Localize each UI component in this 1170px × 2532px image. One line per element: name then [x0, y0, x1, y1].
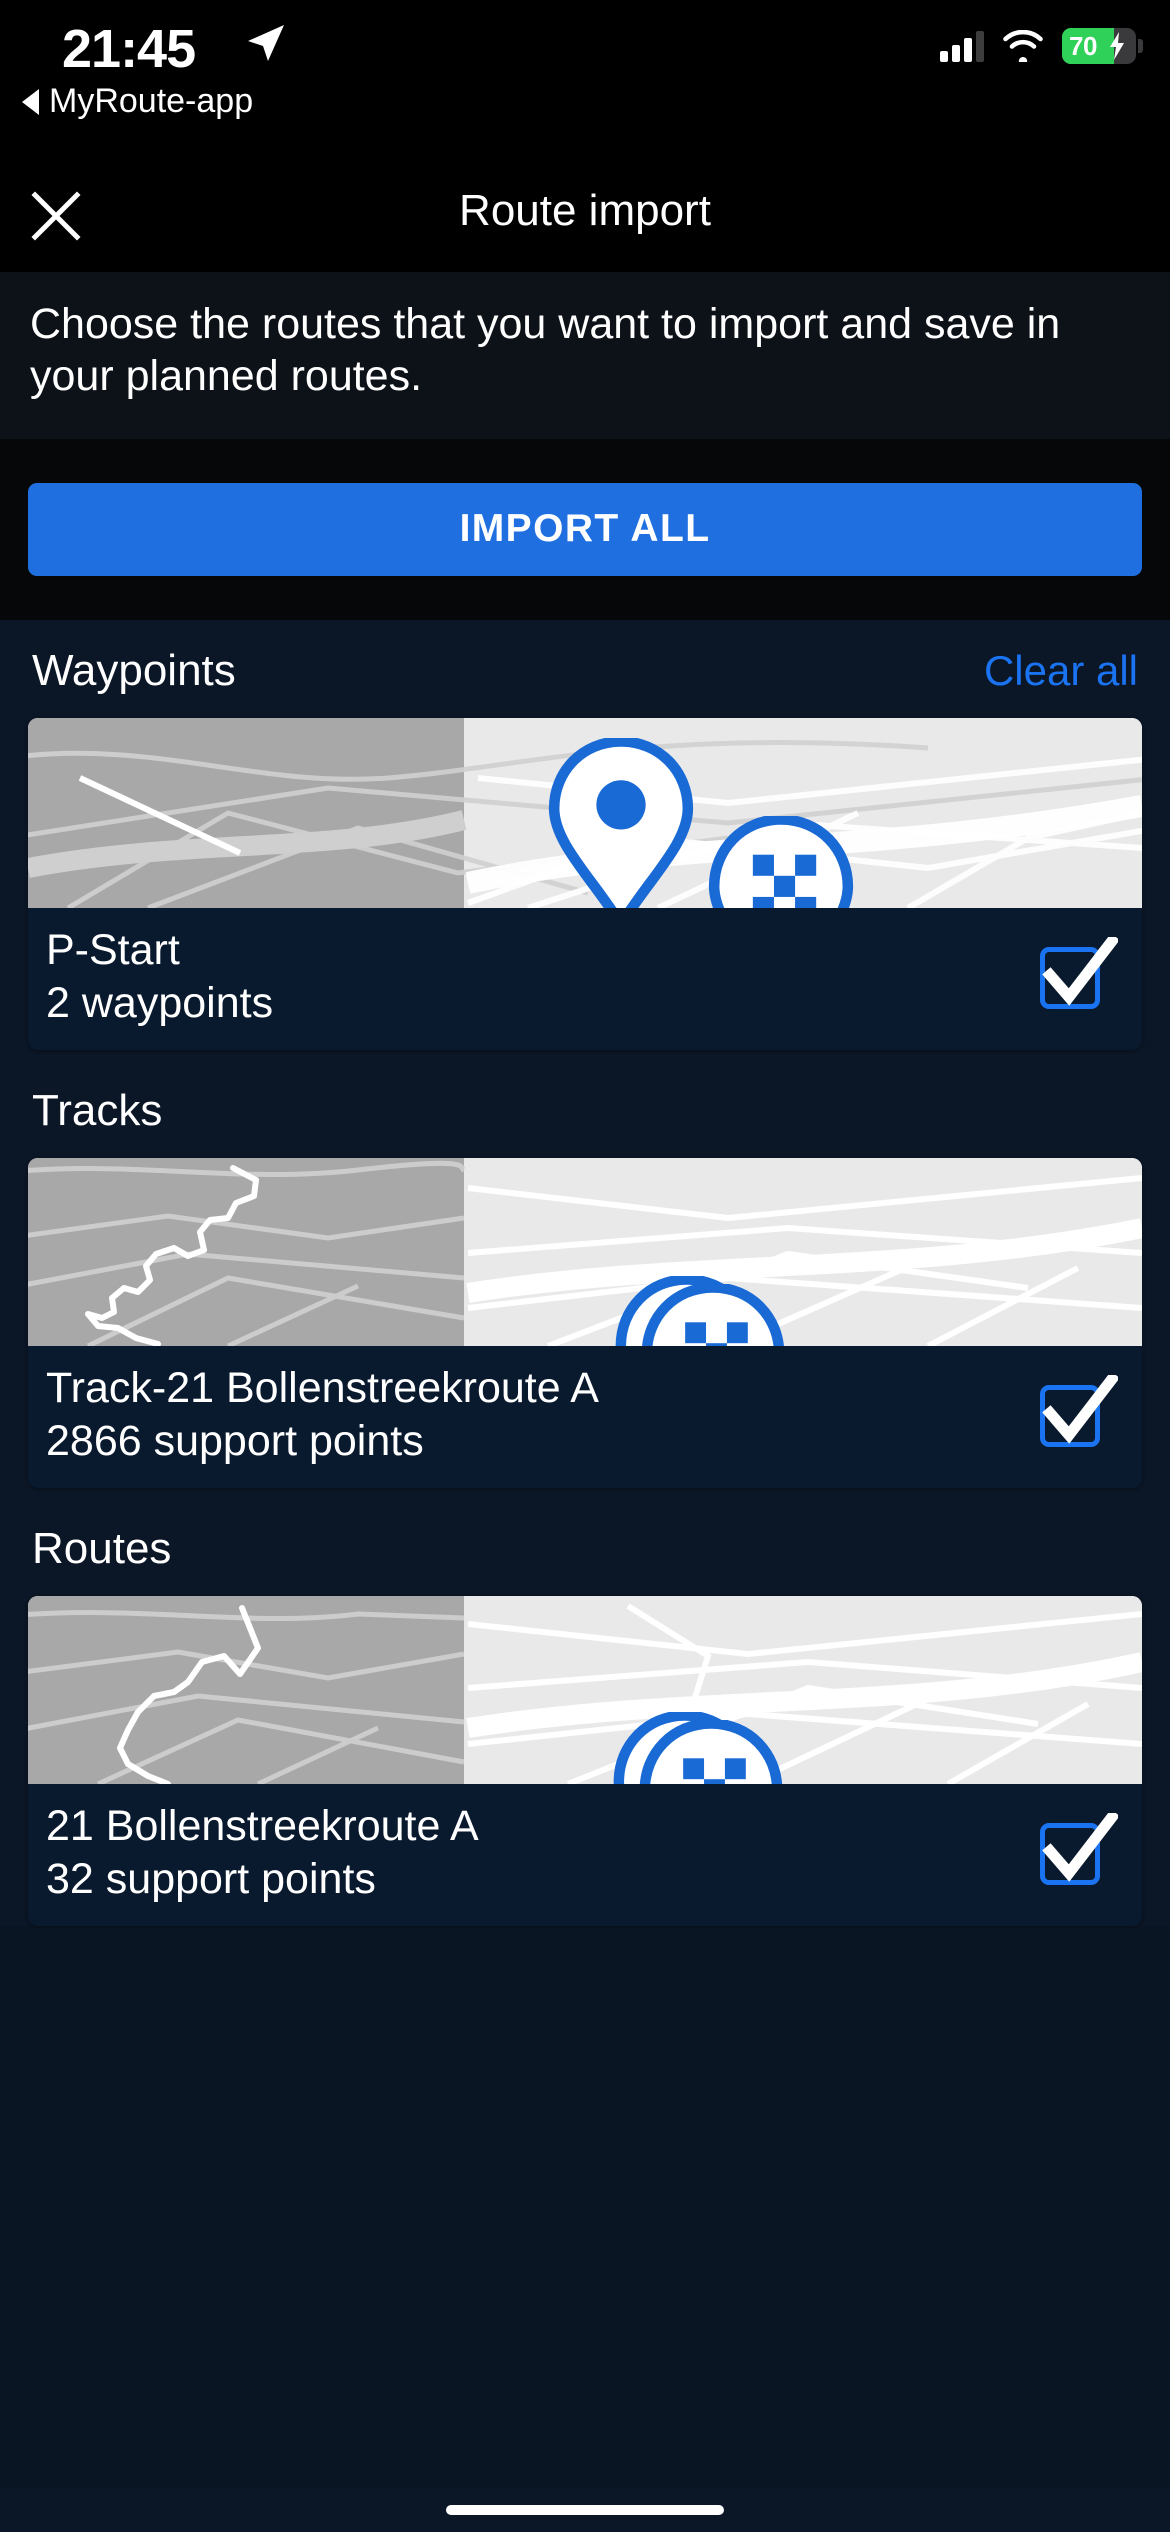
item-checkbox[interactable] — [1036, 1374, 1118, 1453]
list-item[interactable]: Track-21 Bollenstreekroute A 2866 suppor… — [28, 1157, 1142, 1488]
page-title: Route import — [459, 186, 711, 235]
section-title-routes: Routes — [32, 1523, 172, 1573]
home-indicator-area — [0, 2488, 1170, 2532]
list-item[interactable]: P-Start 2 waypoints — [28, 717, 1142, 1050]
item-name: 21 Bollenstreekroute A — [46, 1801, 479, 1850]
card-body: Track-21 Bollenstreekroute A 2866 suppor… — [28, 1346, 1142, 1488]
list-item[interactable]: 21 Bollenstreekroute A 32 support points — [28, 1595, 1142, 1926]
status-time: 21:45 — [62, 19, 196, 79]
home-indicator[interactable] — [446, 2505, 724, 2515]
checkmark-icon — [1042, 1374, 1118, 1444]
section-header-waypoints: Waypoints Clear all — [28, 620, 1142, 718]
battery-percent: 70 — [1069, 30, 1097, 61]
checkmark-icon — [1042, 936, 1118, 1006]
item-checkbox[interactable] — [1036, 1812, 1118, 1891]
description-band: Choose the routes that you want to impor… — [0, 272, 1170, 439]
checkmark-icon — [1042, 1812, 1118, 1882]
description-text: Choose the routes that you want to impor… — [30, 300, 1061, 401]
clear-all-button[interactable]: Clear all — [984, 647, 1138, 695]
back-triangle-icon — [22, 88, 39, 115]
map-thumbnail-waypoints — [28, 717, 1142, 908]
item-name: P-Start — [46, 925, 180, 974]
status-bar: 21:45 MyRoute-app 70 — [0, 0, 1170, 160]
item-subtitle: 32 support points — [46, 1854, 376, 1903]
card-body: 21 Bollenstreekroute A 32 support points — [28, 1784, 1142, 1926]
item-name: Track-21 Bollenstreekroute A — [46, 1363, 599, 1412]
back-to-app-link[interactable]: MyRoute-app — [22, 82, 253, 121]
status-icons: 70 — [940, 28, 1143, 64]
section-header-tracks: Tracks — [28, 1060, 1142, 1158]
import-all-button[interactable]: IMPORT ALL — [28, 482, 1142, 576]
cellular-signal-icon — [940, 30, 984, 62]
back-app-label: MyRoute-app — [49, 82, 254, 120]
section-title-tracks: Tracks — [32, 1085, 163, 1135]
item-subtitle: 2866 support points — [46, 1416, 424, 1465]
card-body: P-Start 2 waypoints — [28, 908, 1142, 1050]
location-arrow-icon — [248, 25, 284, 61]
charging-bolt-icon — [1110, 32, 1124, 60]
section-header-routes: Routes — [28, 1498, 1142, 1596]
route-list: Waypoints Clear all P-Start 2 waypoints … — [0, 619, 1170, 1926]
battery-charging-icon: 70 — [1062, 28, 1143, 64]
map-thumbnail-route — [28, 1595, 1142, 1784]
map-thumbnail-track — [28, 1157, 1142, 1346]
import-all-strip: IMPORT ALL — [0, 438, 1170, 620]
finish-flag-pin-icon — [642, 1283, 784, 1346]
item-subtitle: 2 waypoints — [46, 978, 274, 1027]
finish-flag-pin-icon — [708, 815, 854, 908]
finish-flag-pin-icon — [640, 1719, 782, 1784]
app-header: Route import — [0, 160, 1170, 272]
section-title-waypoints: Waypoints — [32, 645, 236, 695]
wifi-icon — [1003, 30, 1043, 62]
item-checkbox[interactable] — [1036, 936, 1118, 1015]
